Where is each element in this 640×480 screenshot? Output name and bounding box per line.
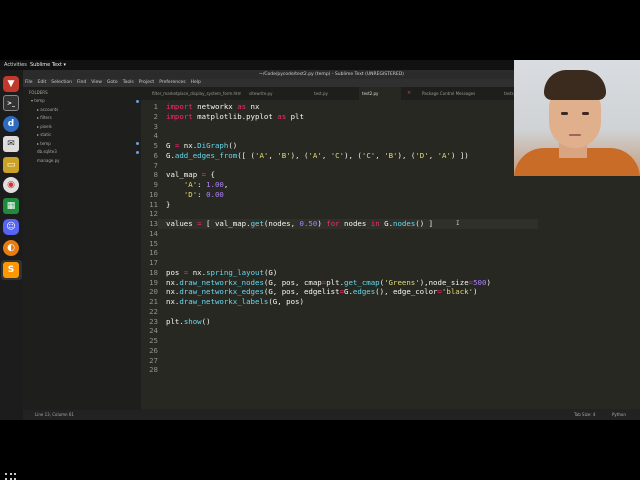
cursor-position: Line 13, Column 61 bbox=[35, 412, 74, 417]
menu-item-project[interactable]: Project bbox=[139, 80, 154, 85]
circle-app-icon[interactable]: ◉ bbox=[3, 177, 19, 193]
line-number: 26 bbox=[149, 345, 158, 355]
show-apps-icon[interactable] bbox=[5, 473, 17, 480]
syntax-selector[interactable]: Python bbox=[612, 409, 626, 420]
d-app-icon[interactable]: d bbox=[3, 116, 19, 132]
screen: Activities Sublime Text ▾ ▼ >_ d ✉ ▭ ◉ ▦… bbox=[0, 0, 640, 480]
line-number: 10 bbox=[149, 189, 158, 199]
brave-icon[interactable]: ▼ bbox=[3, 76, 19, 92]
modified-dot-icon bbox=[136, 150, 139, 154]
sidebar-item[interactable]: ▸ static bbox=[23, 131, 141, 139]
tab[interactable]: sitewrite.py bbox=[246, 87, 291, 100]
tab-close-icon[interactable]: × bbox=[404, 87, 412, 100]
sidebar-item[interactable]: db.sqlite3 bbox=[23, 148, 141, 156]
sidebar-item[interactable]: ▾ temp bbox=[23, 97, 141, 105]
modified-dot-icon bbox=[136, 99, 139, 103]
code-line[interactable]: import matplotlib.pyplot as plt bbox=[166, 112, 304, 122]
sidebar-item[interactable]: manage.py bbox=[23, 157, 141, 165]
app-menu[interactable]: Sublime Text ▾ bbox=[30, 60, 66, 70]
code-line[interactable]: G.add_edges_from([ ('A', 'B'), ('A', 'C'… bbox=[166, 151, 469, 161]
line-number: 16 bbox=[149, 248, 158, 258]
tab[interactable]: filter_marketplace_display_system_form.h… bbox=[149, 87, 241, 100]
line-number: 28 bbox=[149, 365, 158, 375]
sidebar-item[interactable]: ▸ filters bbox=[23, 114, 141, 122]
line-number: 3 bbox=[153, 121, 158, 131]
mail-icon[interactable]: ✉ bbox=[3, 136, 19, 152]
line-number: 27 bbox=[149, 355, 158, 365]
menu-item-edit[interactable]: Edit bbox=[38, 80, 47, 85]
blender-icon[interactable]: ◐ bbox=[3, 240, 19, 256]
line-number: 8 bbox=[153, 170, 158, 180]
code-line[interactable]: values = [ val_map.get(nodes, 0.50) for … bbox=[166, 219, 433, 229]
modified-dot-icon bbox=[136, 142, 139, 145]
tab[interactable]: test2.py bbox=[359, 87, 401, 100]
webcam-eye bbox=[582, 112, 589, 115]
line-number: 7 bbox=[153, 160, 158, 170]
line-number: 13 bbox=[149, 219, 158, 228]
sidebar-item[interactable]: ▸ pixels bbox=[23, 123, 141, 131]
text-cursor: I bbox=[456, 220, 460, 227]
sidebar-item[interactable]: ▸ accounts bbox=[23, 106, 141, 114]
menu-item-selection[interactable]: Selection bbox=[51, 80, 72, 85]
tab[interactable]: test.py bbox=[311, 87, 351, 100]
code-line[interactable]: import networkx as nx bbox=[166, 102, 259, 112]
line-number: 18 bbox=[149, 267, 158, 277]
code-line[interactable]: 'D': 0.00 bbox=[166, 190, 224, 200]
tab-size-selector[interactable]: Tab Size: 4 bbox=[574, 409, 595, 420]
code-line[interactable]: nx.draw_networkx_labels(G, pos) bbox=[166, 297, 304, 307]
menu-item-help[interactable]: Help bbox=[191, 80, 201, 85]
code-line[interactable]: pos = nx.spring_layout(G) bbox=[166, 268, 277, 278]
line-number: 5 bbox=[153, 141, 158, 150]
spreadsheet-icon[interactable]: ▦ bbox=[3, 198, 19, 214]
line-number: 21 bbox=[149, 297, 158, 306]
menu-item-goto[interactable]: Goto bbox=[107, 80, 118, 85]
sidebar-header: FOLDERS bbox=[29, 90, 48, 95]
code-line[interactable]: nx.draw_networkx_nodes(G, pos, cmap=plt.… bbox=[166, 278, 491, 288]
terminal-icon[interactable]: >_ bbox=[3, 95, 19, 111]
line-number: 15 bbox=[149, 238, 158, 248]
line-number: 1 bbox=[153, 102, 158, 111]
menu-item-file[interactable]: File bbox=[25, 80, 33, 85]
line-number: 23 bbox=[149, 316, 158, 326]
tab[interactable]: Package Control Messages bbox=[419, 87, 489, 100]
menu-item-tools[interactable]: Tools bbox=[123, 80, 134, 85]
line-number: 2 bbox=[153, 111, 158, 121]
sidebar: FOLDERS ▾ temp ▸ accounts ▸ filters ▸ pixels… bbox=[23, 87, 141, 410]
webcam-mouth bbox=[569, 134, 581, 136]
menu-item-preferences[interactable]: Preferences bbox=[159, 80, 185, 85]
code-editor[interactable]: import networkx as nx import matplotlib.p… bbox=[166, 100, 516, 406]
line-number: 19 bbox=[149, 277, 158, 287]
line-number: 25 bbox=[149, 336, 158, 345]
code-line[interactable]: plt.show() bbox=[166, 317, 211, 327]
code-line[interactable]: G = nx.DiGraph() bbox=[166, 141, 237, 151]
code-line[interactable]: val_map = { bbox=[166, 170, 215, 180]
discord-icon[interactable]: ☺ bbox=[3, 219, 19, 235]
line-number: 4 bbox=[153, 131, 158, 141]
line-number: 6 bbox=[153, 150, 158, 160]
menu-item-find[interactable]: Find bbox=[77, 80, 86, 85]
webcam-overlay bbox=[514, 60, 640, 176]
code-line[interactable]: } bbox=[166, 200, 170, 210]
line-number: 12 bbox=[149, 209, 158, 219]
line-number: 14 bbox=[149, 228, 158, 238]
webcam-hair bbox=[544, 70, 606, 100]
files-icon[interactable]: ▭ bbox=[3, 157, 19, 173]
status-bar: Line 13, Column 61 Tab Size: 4 Python bbox=[23, 409, 640, 420]
line-number: 9 bbox=[153, 180, 158, 189]
dock: ▼ >_ d ✉ ▭ ◉ ▦ ☺ ◐ S bbox=[0, 70, 23, 480]
line-number: 17 bbox=[149, 258, 158, 267]
line-number: 22 bbox=[149, 306, 158, 316]
line-number: 11 bbox=[149, 199, 158, 209]
menu-item-view[interactable]: View bbox=[91, 80, 102, 85]
code-line[interactable]: nx.draw_networkx_edges(G, pos, edgelist=… bbox=[166, 287, 478, 297]
sidebar-item[interactable]: ▸ temp bbox=[23, 140, 141, 148]
line-number: 24 bbox=[149, 326, 158, 336]
sublime-icon[interactable]: S bbox=[3, 262, 19, 278]
activities-button[interactable]: Activities bbox=[4, 60, 27, 70]
line-number: 20 bbox=[149, 287, 158, 297]
code-line[interactable]: 'A': 1.00, bbox=[166, 180, 229, 190]
webcam-eye bbox=[561, 112, 568, 115]
